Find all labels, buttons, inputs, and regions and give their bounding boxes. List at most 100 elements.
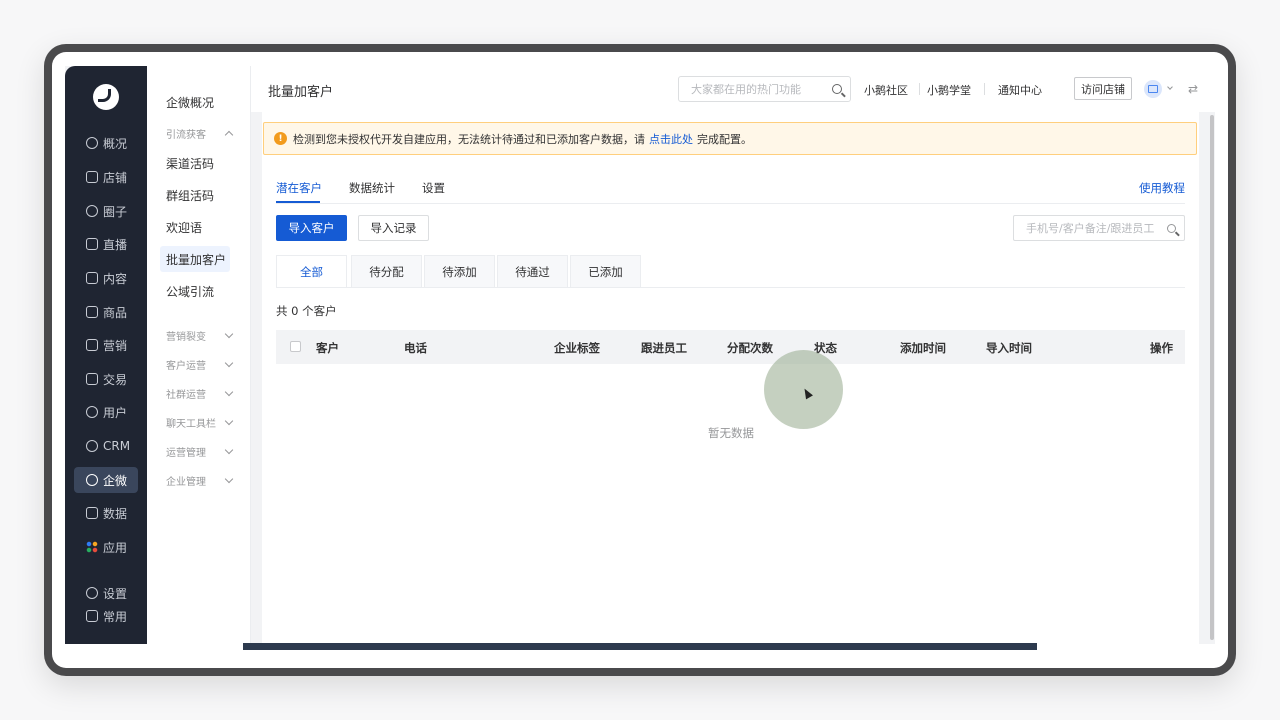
alert-config-link[interactable]: 点击此处 <box>649 131 693 147</box>
status-tab-to-add[interactable]: 待添加 <box>424 255 495 287</box>
column-header: 客户 <box>316 341 339 355</box>
search-icon[interactable] <box>1167 224 1176 233</box>
taskbar-strip <box>243 643 1037 650</box>
transaction-icon <box>86 373 98 385</box>
table-header: 客户 电话 企业标签 跟进员工 分配次数 状态 添加时间 导入时间 操作 <box>276 330 1185 364</box>
chart-icon <box>86 507 98 519</box>
warning-icon: ! <box>274 132 287 145</box>
import-records-button[interactable]: 导入记录 <box>358 215 429 241</box>
live-icon <box>86 238 98 250</box>
chevron-down-icon <box>224 445 234 454</box>
nav-label: 用户 <box>103 405 128 420</box>
nav-item-marketing[interactable]: 营销 <box>74 332 138 358</box>
group-ops-management[interactable]: 运营管理 <box>166 442 234 460</box>
avatar[interactable] <box>1144 80 1162 98</box>
customer-search-input[interactable] <box>1013 215 1185 241</box>
nav-label: CRM <box>103 439 131 453</box>
column-header: 跟进员工 <box>641 341 687 355</box>
link-academy[interactable]: 小鹅学堂 <box>927 82 971 98</box>
visit-store-button[interactable]: 访问店铺 <box>1074 77 1132 100</box>
sidebar-item-label: 企微概况 <box>166 95 215 110</box>
group-label: 社群运营 <box>166 389 206 401</box>
tab-potential-customers[interactable]: 潜在客户 <box>276 180 322 196</box>
global-search-input[interactable] <box>678 76 851 102</box>
nav-label: 应用 <box>103 540 128 555</box>
status-tab-added[interactable]: 已添加 <box>570 255 641 287</box>
chevron-down-icon <box>224 329 234 338</box>
scrollbar[interactable] <box>1210 115 1214 640</box>
nav-label: 常用 <box>103 609 128 624</box>
user-icon <box>86 406 98 418</box>
wecom-icon <box>86 474 98 486</box>
tab-data-stats[interactable]: 数据统计 <box>349 180 395 196</box>
gear-icon <box>86 587 98 599</box>
group-enterprise-management[interactable]: 企业管理 <box>166 471 234 489</box>
search-icon[interactable] <box>832 84 842 94</box>
group-label: 引流获客 <box>166 129 206 141</box>
nav-item-user[interactable]: 用户 <box>74 399 138 425</box>
group-label: 营销裂变 <box>166 331 206 343</box>
group-community-ops[interactable]: 社群运营 <box>166 384 234 402</box>
chevron-down-icon <box>224 474 234 483</box>
swap-icon[interactable]: ⇄ <box>1188 83 1200 95</box>
logo-icon[interactable] <box>93 84 119 110</box>
top-header: 批量加客户 小鹅社区 小鹅学堂 通知中心 访问店铺 ⇄ <box>251 66 1215 112</box>
list-icon <box>86 610 98 622</box>
import-customers-button[interactable]: 导入客户 <box>276 215 347 241</box>
select-all-checkbox[interactable] <box>290 341 301 352</box>
group-customer-ops[interactable]: 客户运营 <box>166 355 234 373</box>
nav-item-overview[interactable]: 概况 <box>74 130 138 156</box>
nav-label: 设置 <box>103 586 128 601</box>
megaphone-icon <box>86 339 98 351</box>
customer-count: 共 0 个客户 <box>276 304 337 318</box>
nav-label: 直播 <box>103 237 128 252</box>
nav-item-content[interactable]: 内容 <box>74 265 138 291</box>
main-content: ! 检测到您未授权代开发自建应用，无法统计待通过和已添加客户数据，请 点击此处 … <box>262 112 1199 644</box>
sidebar-item-label: 欢迎语 <box>166 220 203 235</box>
sidebar-item-public-traffic[interactable]: 公域引流 <box>160 278 230 304</box>
sidebar-item-bulk-add[interactable]: 批量加客户 <box>160 246 230 272</box>
nav-label: 店铺 <box>103 170 128 185</box>
chevron-down-icon[interactable] <box>1167 84 1173 90</box>
link-community[interactable]: 小鹅社区 <box>864 82 908 98</box>
status-tab-unassigned[interactable]: 待分配 <box>351 255 422 287</box>
nav-item-store[interactable]: 店铺 <box>74 164 138 190</box>
nav-item-wecom[interactable]: 企微 <box>74 467 138 493</box>
tab-settings[interactable]: 设置 <box>422 180 445 196</box>
chevron-up-icon <box>224 130 234 139</box>
chevron-down-icon <box>224 358 234 367</box>
group-acquire[interactable]: 引流获客 <box>166 124 234 142</box>
screen: 概况 店铺 圈子 直播 内容 商品 营销 交易 用户 CRM 企微 数据 应用 … <box>52 52 1228 668</box>
nav-label: 内容 <box>103 271 128 286</box>
nav-item-goods[interactable]: 商品 <box>74 299 138 325</box>
status-tab-pending[interactable]: 待通过 <box>497 255 568 287</box>
nav-item-apps[interactable]: 应用 <box>74 534 138 560</box>
nav-item-data[interactable]: 数据 <box>74 500 138 526</box>
header-divider <box>984 83 985 95</box>
tutorial-link[interactable]: 使用教程 <box>1139 180 1185 196</box>
group-chat-toolbar[interactable]: 聊天工具栏 <box>166 413 234 431</box>
nav-item-crm[interactable]: CRM <box>74 433 138 459</box>
sidebar-item-wecom-overview[interactable]: 企微概况 <box>160 89 230 115</box>
nav-label: 交易 <box>103 372 128 387</box>
nav-label: 企微 <box>103 473 128 488</box>
nav-item-circle[interactable]: 圈子 <box>74 198 138 224</box>
sidebar-item-welcome[interactable]: 欢迎语 <box>160 214 230 240</box>
status-tab-all[interactable]: 全部 <box>276 255 347 288</box>
link-notifications[interactable]: 通知中心 <box>998 82 1042 98</box>
sidebar-item-label: 批量加客户 <box>166 252 227 267</box>
column-header: 添加时间 <box>900 341 946 355</box>
column-header: 分配次数 <box>727 341 773 355</box>
sidebar-item-channel-code[interactable]: 渠道活码 <box>160 150 230 176</box>
sidebar-item-group-code[interactable]: 群组活码 <box>160 182 230 208</box>
nav-item-transaction[interactable]: 交易 <box>74 366 138 392</box>
sidebar-item-label: 群组活码 <box>166 188 215 203</box>
pie-chart-icon <box>86 137 98 149</box>
sidebar-item-label: 渠道活码 <box>166 156 215 171</box>
nav-item-common[interactable]: 常用 <box>74 603 138 629</box>
document-icon <box>86 272 98 284</box>
secondary-sidebar: 企微概况 引流获客 渠道活码 群组活码 欢迎语 批量加客户 公域引流 营销裂变 … <box>147 66 251 644</box>
nav-item-live[interactable]: 直播 <box>74 231 138 257</box>
apps-icon <box>86 541 98 553</box>
group-fission[interactable]: 营销裂变 <box>166 326 234 344</box>
